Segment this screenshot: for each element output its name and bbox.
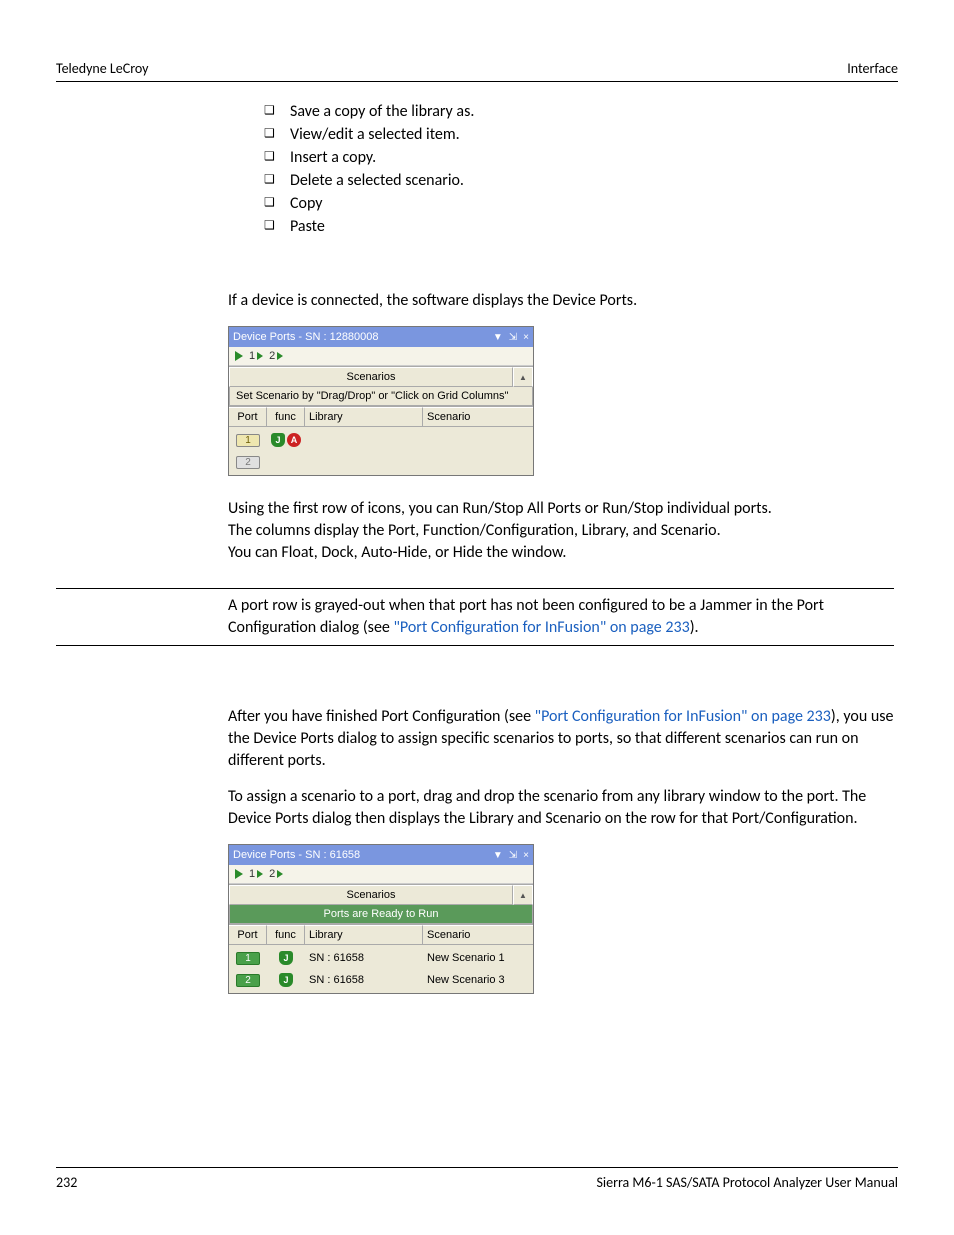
collapse-button[interactable]: ▲ <box>513 885 533 905</box>
page-header: Teledyne LeCroy Interface <box>56 60 898 81</box>
panel-toolbar: 1 2 <box>229 347 533 366</box>
dropdown-icon[interactable]: ▼ <box>493 850 503 861</box>
alert-icon: A <box>287 433 301 447</box>
col-port[interactable]: Port <box>229 925 267 945</box>
scenarios-header: Scenarios <box>229 367 513 387</box>
panel-titlebar[interactable]: Device Ports - SN : 12880008 ▼ ⇲ × <box>229 327 533 347</box>
action-bullet-list: Save a copy of the library as. View/edit… <box>264 100 894 238</box>
panel-titlebar[interactable]: Device Ports - SN : 61658 ▼ ⇲ × <box>229 845 533 865</box>
device-ports-panel-1: Device Ports - SN : 12880008 ▼ ⇲ × 1 2 S… <box>228 326 534 476</box>
scenarios-header: Scenarios <box>229 885 513 905</box>
port-2-label: 2 <box>269 868 275 880</box>
play-icon <box>257 870 263 878</box>
ports-grid: Port func Library Scenario 1 J SN : 6165… <box>229 924 533 993</box>
table-row[interactable]: 2 <box>229 451 533 473</box>
list-item: Paste <box>264 215 894 238</box>
cell-library <box>305 437 423 443</box>
cell-scenario: New Scenario 3 <box>423 971 533 989</box>
port-badge: 1 <box>236 952 260 965</box>
close-icon[interactable]: × <box>523 332 529 343</box>
scenarios-ready-banner: Ports are Ready to Run <box>229 905 533 924</box>
col-port[interactable]: Port <box>229 407 267 427</box>
note-block: A port row is grayed-out when that port … <box>56 588 894 646</box>
play-icon <box>235 869 243 879</box>
port-config-link[interactable]: "Port Configuration for InFusion" on pag… <box>393 618 689 637</box>
col-library[interactable]: Library <box>305 925 423 945</box>
play-icon <box>277 352 283 360</box>
port-badge: 2 <box>236 456 260 469</box>
run-port-2-button[interactable]: 2 <box>269 350 283 362</box>
run-all-button[interactable] <box>235 351 243 361</box>
table-row[interactable]: 1 J SN : 61658 New Scenario 1 <box>229 947 533 969</box>
play-icon <box>235 351 243 361</box>
play-icon <box>277 870 283 878</box>
run-port-1-button[interactable]: 1 <box>249 350 263 362</box>
list-item: Save a copy of the library as. <box>264 100 894 123</box>
jammer-icon: J <box>279 951 293 965</box>
col-func[interactable]: func <box>267 407 305 427</box>
manual-title: Sierra M6-1 SAS/SATA Protocol Analyzer U… <box>596 1174 898 1191</box>
panel-toolbar: 1 2 <box>229 865 533 884</box>
run-port-2-button[interactable]: 2 <box>269 868 283 880</box>
intro-paragraph: If a device is connected, the software d… <box>228 290 894 312</box>
assign-paragraph-1: After you have finished Port Configurati… <box>228 706 894 772</box>
panel-title: Device Ports - SN : 12880008 <box>233 331 493 343</box>
list-item: Insert a copy. <box>264 146 894 169</box>
jammer-icon: J <box>279 973 293 987</box>
header-left: Teledyne LeCroy <box>56 60 149 77</box>
cell-library: SN : 61658 <box>305 949 423 967</box>
scenarios-instruction: Set Scenario by "Drag/Drop" or "Click on… <box>229 387 533 406</box>
list-item: Delete a selected scenario. <box>264 169 894 192</box>
port-1-label: 1 <box>249 350 255 362</box>
page-number: 232 <box>56 1174 77 1191</box>
col-library[interactable]: Library <box>305 407 423 427</box>
cell-library: SN : 61658 <box>305 971 423 989</box>
dropdown-icon[interactable]: ▼ <box>493 332 503 343</box>
col-scenario[interactable]: Scenario <box>423 925 533 945</box>
table-row[interactable]: 2 J SN : 61658 New Scenario 3 <box>229 969 533 991</box>
port-config-link[interactable]: "Port Configuration for InFusion" on pag… <box>535 707 831 726</box>
pin-icon[interactable]: ⇲ <box>509 332 517 343</box>
collapse-button[interactable]: ▲ <box>513 367 533 387</box>
play-icon <box>257 352 263 360</box>
header-right: Interface <box>847 60 898 77</box>
panel-title: Device Ports - SN : 61658 <box>233 849 493 861</box>
jammer-icon: J <box>271 433 285 447</box>
cell-scenario <box>423 459 533 465</box>
cell-scenario: New Scenario 1 <box>423 949 533 967</box>
port-1-label: 1 <box>249 868 255 880</box>
port-badge: 2 <box>236 974 260 987</box>
run-port-1-button[interactable]: 1 <box>249 868 263 880</box>
device-ports-panel-2: Device Ports - SN : 61658 ▼ ⇲ × 1 2 Scen… <box>228 844 534 994</box>
note-text-post: ). <box>690 618 699 637</box>
list-item: Copy <box>264 192 894 215</box>
panel1-description: Using the first row of icons, you can Ru… <box>228 498 894 564</box>
col-scenario[interactable]: Scenario <box>423 407 533 427</box>
run-all-button[interactable] <box>235 869 243 879</box>
cell-scenario <box>423 437 533 443</box>
ports-grid: Port func Library Scenario 1 J A <box>229 406 533 475</box>
table-row[interactable]: 1 J A <box>229 429 533 451</box>
page-footer: 232 Sierra M6-1 SAS/SATA Protocol Analyz… <box>56 1167 898 1191</box>
port-badge: 1 <box>236 434 260 447</box>
list-item: View/edit a selected item. <box>264 123 894 146</box>
assign-paragraph-2: To assign a scenario to a port, drag and… <box>228 786 894 830</box>
close-icon[interactable]: × <box>523 850 529 861</box>
cell-library <box>305 459 423 465</box>
header-rule <box>56 81 898 82</box>
port-2-label: 2 <box>269 350 275 362</box>
pin-icon[interactable]: ⇲ <box>509 850 517 861</box>
col-func[interactable]: func <box>267 925 305 945</box>
